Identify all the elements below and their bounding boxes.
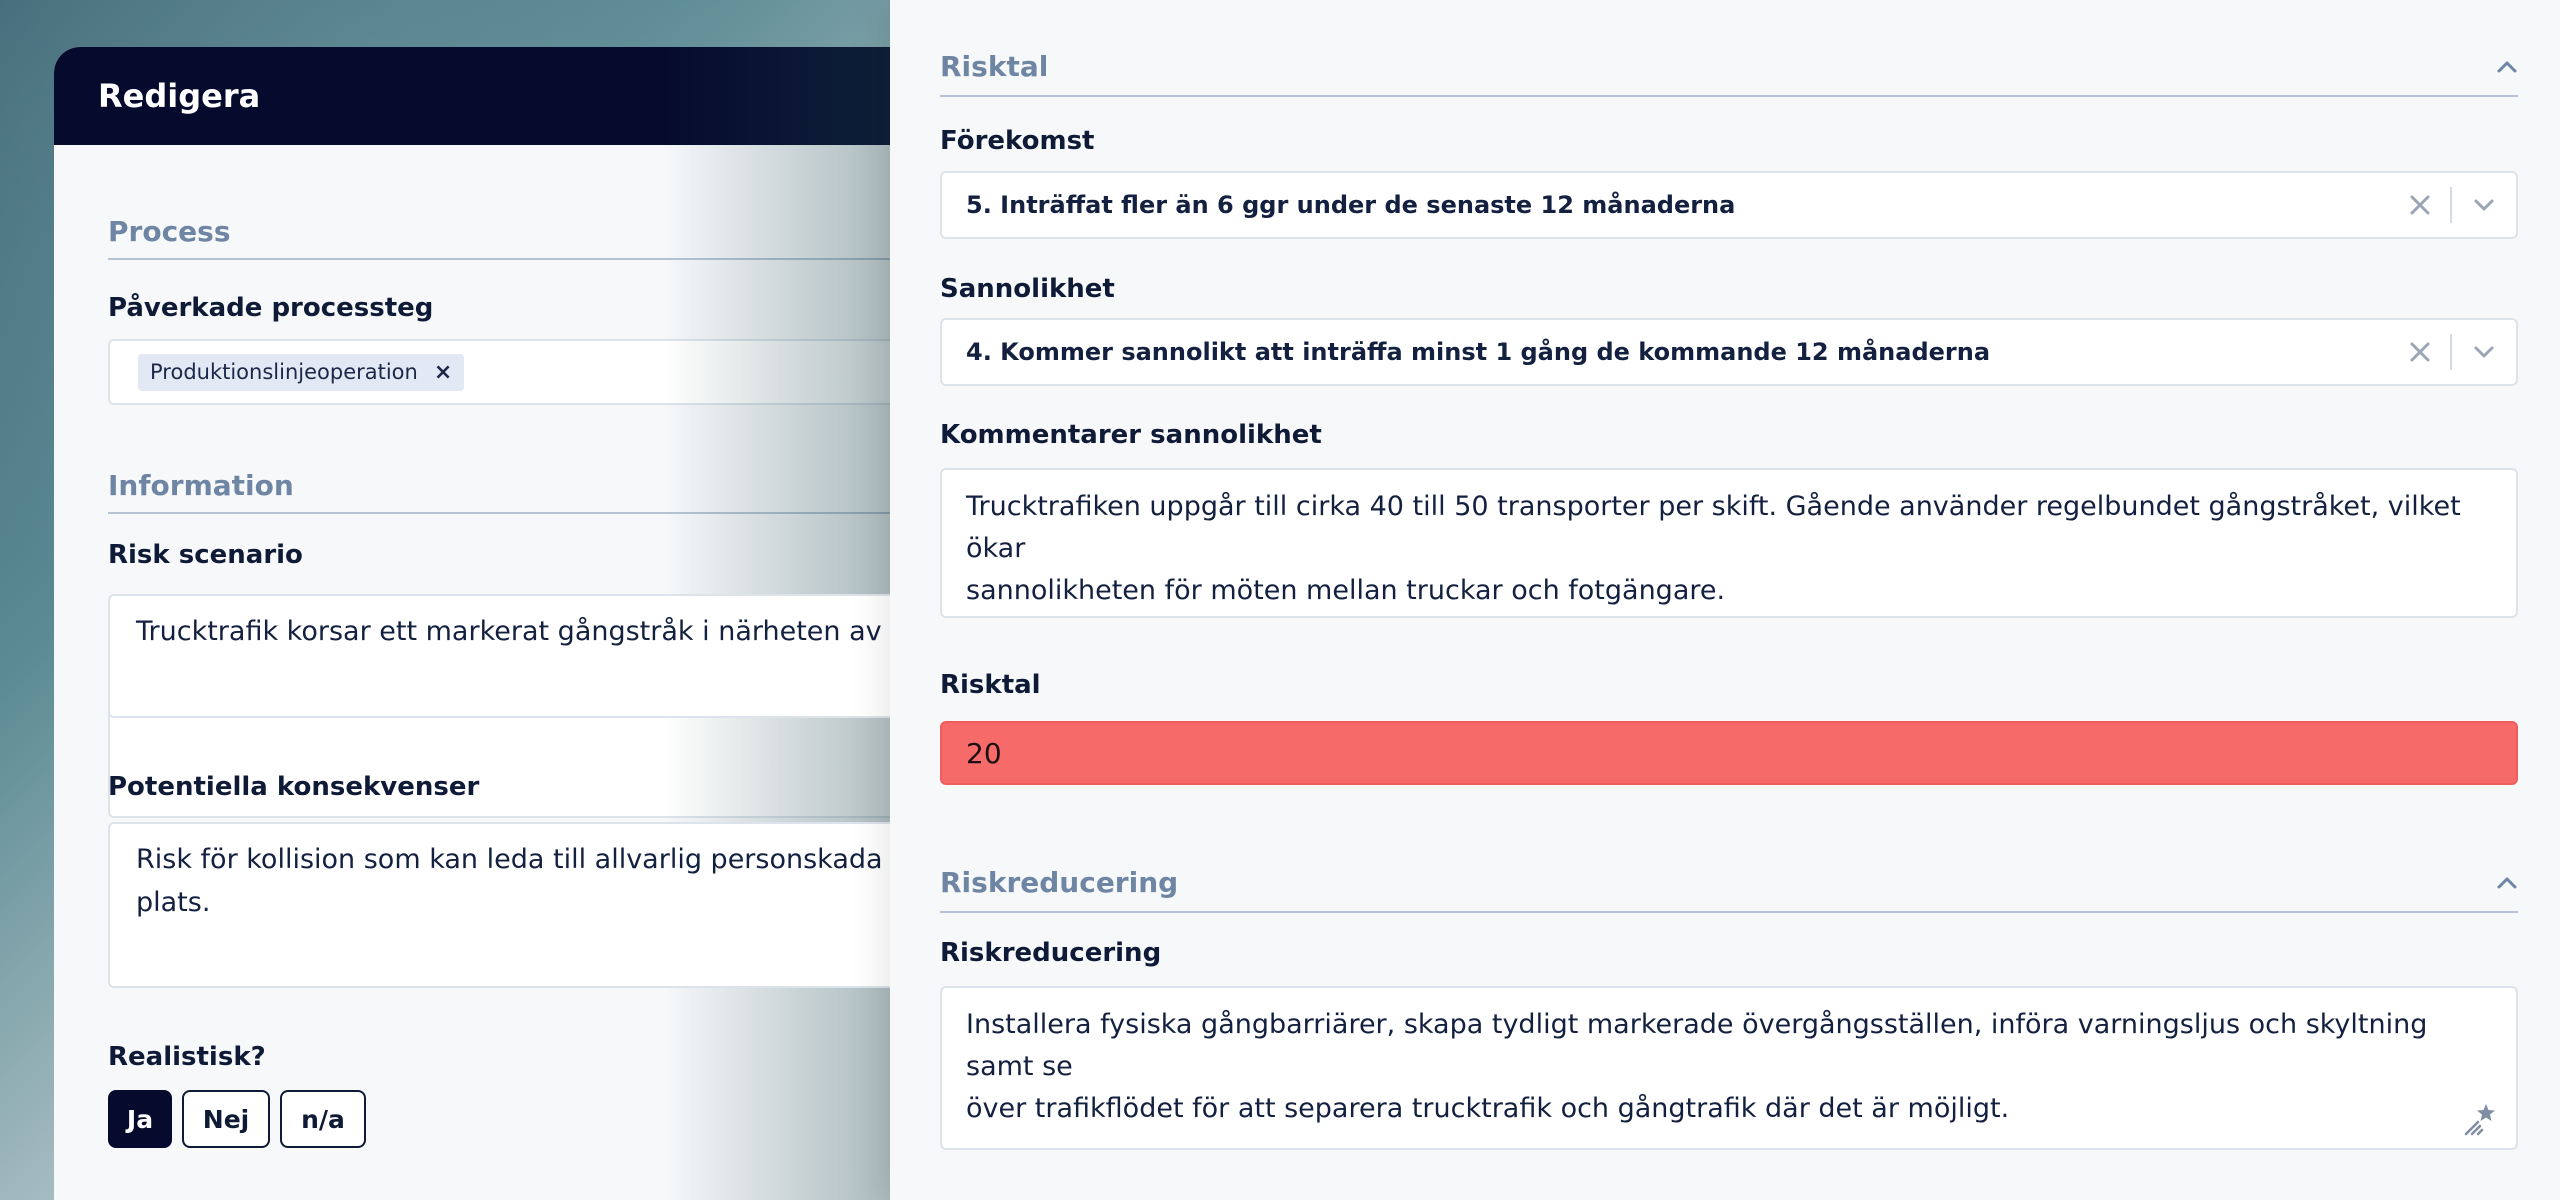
affected-steps-label: Påverkade processteg [108, 293, 434, 323]
realistic-no-button[interactable]: Nej [182, 1090, 270, 1148]
occurrence-select[interactable]: 5. Inträffat fler än 6 ggr under de sena… [940, 171, 2518, 239]
probability-comment-line-1: Trucktrafiken uppgår till cirka 40 till … [966, 491, 2461, 564]
realistic-label: Realistisk? [108, 1042, 266, 1072]
chevron-up-icon[interactable] [2496, 56, 2518, 78]
reduction-line-2: över trafikflödet för att separera truck… [966, 1093, 2010, 1124]
occurrence-label: Förekomst [940, 126, 1095, 156]
realistic-segmented-control: Ja Nej n/a [108, 1090, 376, 1148]
occurrence-value: 5. Inträffat fler än 6 ggr under de sena… [966, 191, 1736, 219]
probability-comment-label: Kommentarer sannolikhet [940, 420, 1322, 450]
risk-score-value: 20 [966, 736, 1002, 770]
reduction-label: Riskreducering [940, 938, 1162, 968]
probability-comment-textarea[interactable]: Trucktrafiken uppgår till cirka 40 till … [940, 468, 2518, 618]
reduction-line-1: Installera fysiska gångbarriärer, skapa … [966, 1009, 2428, 1082]
close-icon[interactable] [2390, 173, 2450, 237]
magic-resize-icon[interactable] [2462, 1102, 2498, 1136]
consequences-label: Potentiella konsekvenser [108, 772, 480, 802]
probability-comment-line-2: sannolikheten för möten mellan truckar o… [966, 575, 1726, 606]
probability-label: Sannolikhet [940, 274, 1115, 304]
risktal-section-title: Risktal [940, 50, 1049, 83]
riskreducering-section-header[interactable]: Riskreducering [940, 866, 2518, 913]
probability-select[interactable]: 4. Kommer sannolikt att inträffa minst 1… [940, 318, 2518, 386]
close-icon[interactable] [2390, 320, 2450, 384]
tag-label: Produktionslinjeoperation [150, 360, 418, 384]
chevron-down-icon[interactable] [2452, 173, 2516, 237]
risk-side-panel: Risktal Förekomst 5. Inträffat fler än 6… [890, 0, 2560, 1200]
chevron-down-icon[interactable] [2452, 320, 2516, 384]
close-icon[interactable]: × [434, 360, 452, 385]
tag-produktionslinjeoperation: Produktionslinjeoperation × [138, 353, 465, 391]
risk-scenario-label: Risk scenario [108, 540, 303, 570]
riskreducering-section-title: Riskreducering [940, 866, 1179, 899]
reduction-textarea[interactable]: Installera fysiska gångbarriärer, skapa … [940, 986, 2518, 1150]
realistic-na-button[interactable]: n/a [280, 1090, 366, 1148]
probability-value: 4. Kommer sannolikt att inträffa minst 1… [966, 338, 1991, 366]
realistic-yes-button[interactable]: Ja [108, 1090, 172, 1148]
risk-score-label: Risktal [940, 670, 1041, 700]
modal-title: Redigera [98, 77, 261, 115]
risktal-section-header[interactable]: Risktal [940, 50, 2518, 97]
chevron-up-icon[interactable] [2496, 872, 2518, 894]
risk-score-field: 20 [940, 721, 2518, 785]
